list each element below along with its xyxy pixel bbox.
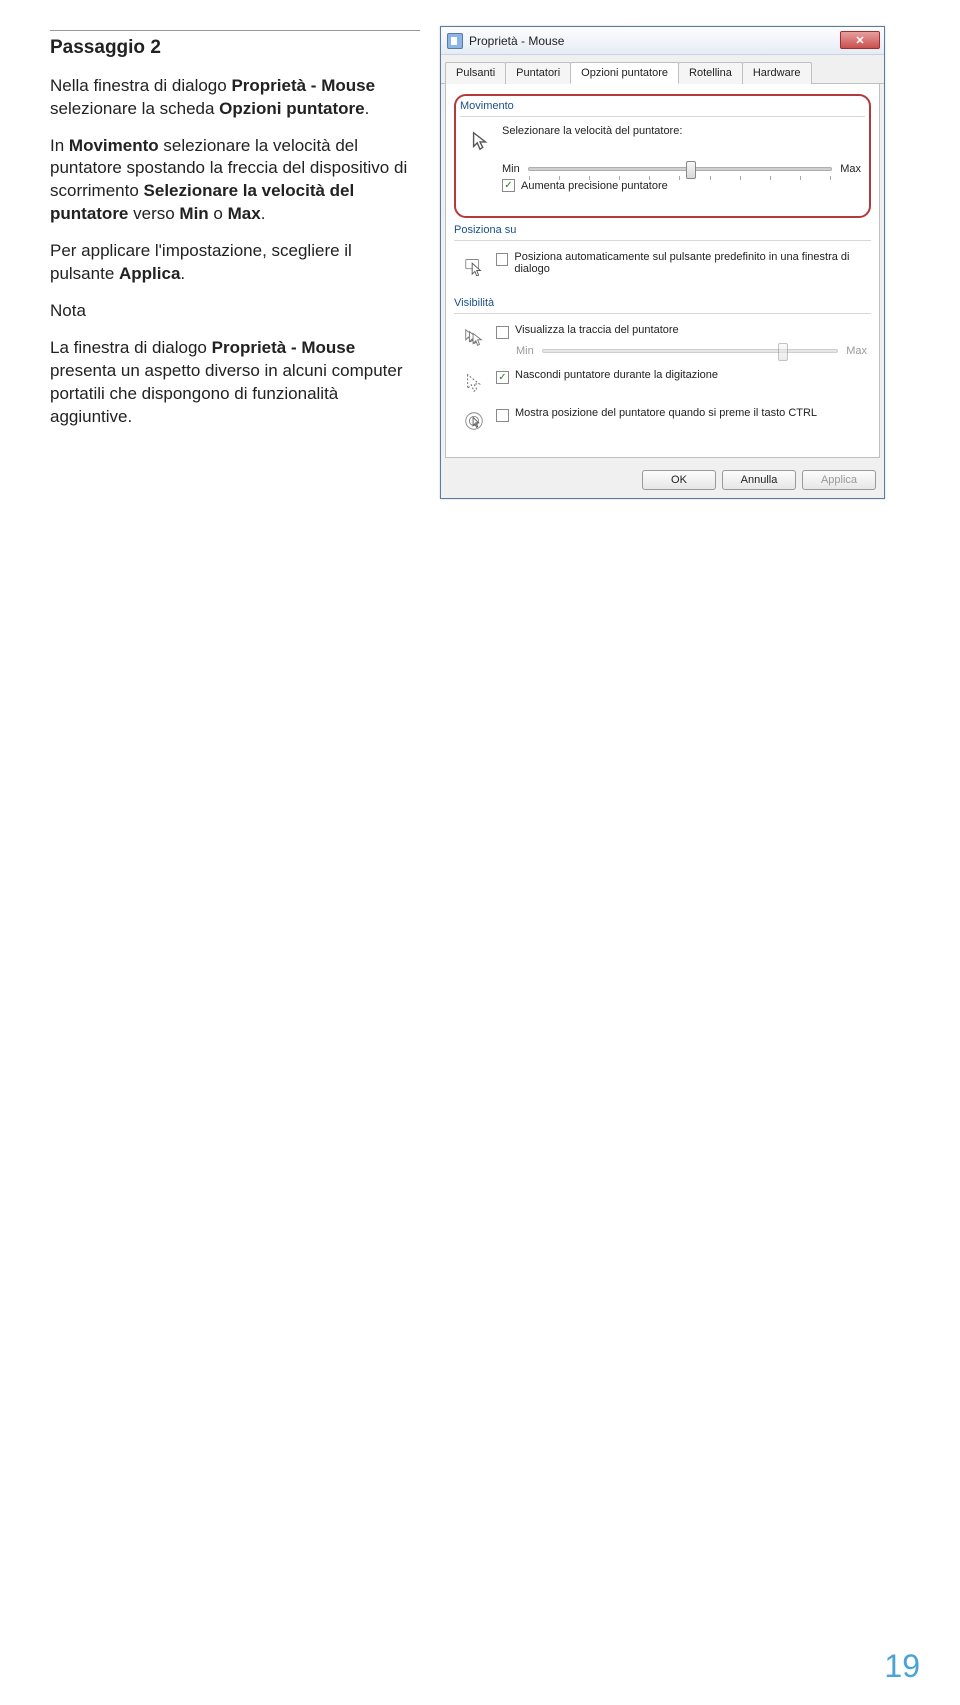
apply-button[interactable]: Applica xyxy=(802,470,876,490)
tab-pointer-options[interactable]: Opzioni puntatore xyxy=(570,62,679,84)
slider-max-label: Max xyxy=(840,163,861,175)
snap-to-checkbox[interactable] xyxy=(496,253,508,266)
group-movement: Movimento Selezionare la velocità del pu… xyxy=(460,100,865,202)
hide-typing-label: Nascondi puntatore durante la digitazion… xyxy=(515,369,718,381)
pointer-speed-slider[interactable] xyxy=(528,167,832,171)
cancel-button[interactable]: Annulla xyxy=(722,470,796,490)
trail-length-slider xyxy=(542,349,838,353)
window-title: Proprietà - Mouse xyxy=(469,34,564,48)
snap-to-label: Posiziona automaticamente sul pulsante p… xyxy=(514,251,867,275)
group-movement-title: Movimento xyxy=(460,100,865,112)
tab-panel: Movimento Selezionare la velocità del pu… xyxy=(445,84,880,458)
page-number: 19 xyxy=(884,1648,920,1685)
instruction-column: Passaggio 2 Nella finestra di dialogo Pr… xyxy=(0,20,440,499)
enhance-precision-label: Aumenta precisione puntatore xyxy=(521,180,668,192)
group-visibility-title: Visibilità xyxy=(454,297,871,309)
ok-button[interactable]: OK xyxy=(642,470,716,490)
tab-wheel[interactable]: Rotellina xyxy=(678,62,743,84)
mouse-properties-dialog: Proprietà - Mouse ✕ Pulsanti Puntatori O… xyxy=(440,26,885,499)
tab-strip: Pulsanti Puntatori Opzioni puntatore Rot… xyxy=(441,55,884,84)
paragraph-2: In Movimento selezionare la velocità del… xyxy=(50,135,420,227)
pointer-trail-checkbox[interactable] xyxy=(496,326,509,339)
speed-label: Selezionare la velocità del puntatore: xyxy=(502,125,861,137)
trail-icon xyxy=(458,322,490,354)
dialog-button-row: OK Annulla Applica xyxy=(441,462,884,498)
slider-min-label: Min xyxy=(502,163,520,175)
cursor-icon xyxy=(464,125,496,157)
group-snap-title: Posiziona su xyxy=(454,224,871,236)
ctrl-locate-icon xyxy=(458,405,490,437)
tab-buttons[interactable]: Pulsanti xyxy=(445,62,506,84)
close-icon: ✕ xyxy=(855,34,864,47)
paragraph-4: La finestra di dialogo Proprietà - Mouse… xyxy=(50,337,420,429)
highlight-ring: Movimento Selezionare la velocità del pu… xyxy=(454,94,871,218)
snap-icon xyxy=(458,249,490,281)
step-heading: Passaggio 2 xyxy=(50,30,420,61)
ctrl-locate-checkbox[interactable] xyxy=(496,409,509,422)
group-snap: Posiziona su Posiziona automaticamente s… xyxy=(454,224,871,287)
enhance-precision-checkbox[interactable]: ✓ xyxy=(502,179,515,192)
group-visibility: Visibilità Visualizza la traccia del pun… xyxy=(454,297,871,443)
pointer-trail-label: Visualizza la traccia del puntatore xyxy=(515,324,679,336)
window-icon xyxy=(447,33,463,49)
tab-hardware[interactable]: Hardware xyxy=(742,62,812,84)
close-button[interactable]: ✕ xyxy=(840,31,880,49)
tab-pointers[interactable]: Puntatori xyxy=(505,62,571,84)
paragraph-1: Nella finestra di dialogo Proprietà - Mo… xyxy=(50,75,420,121)
titlebar[interactable]: Proprietà - Mouse ✕ xyxy=(441,27,884,55)
hide-typing-checkbox[interactable]: ✓ xyxy=(496,371,509,384)
ctrl-locate-label: Mostra posizione del puntatore quando si… xyxy=(515,407,817,419)
hide-typing-icon xyxy=(458,367,490,399)
trail-max-label: Max xyxy=(846,345,867,357)
trail-min-label: Min xyxy=(516,345,534,357)
note-label: Nota xyxy=(50,300,420,323)
paragraph-3: Per applicare l'impostazione, scegliere … xyxy=(50,240,420,286)
